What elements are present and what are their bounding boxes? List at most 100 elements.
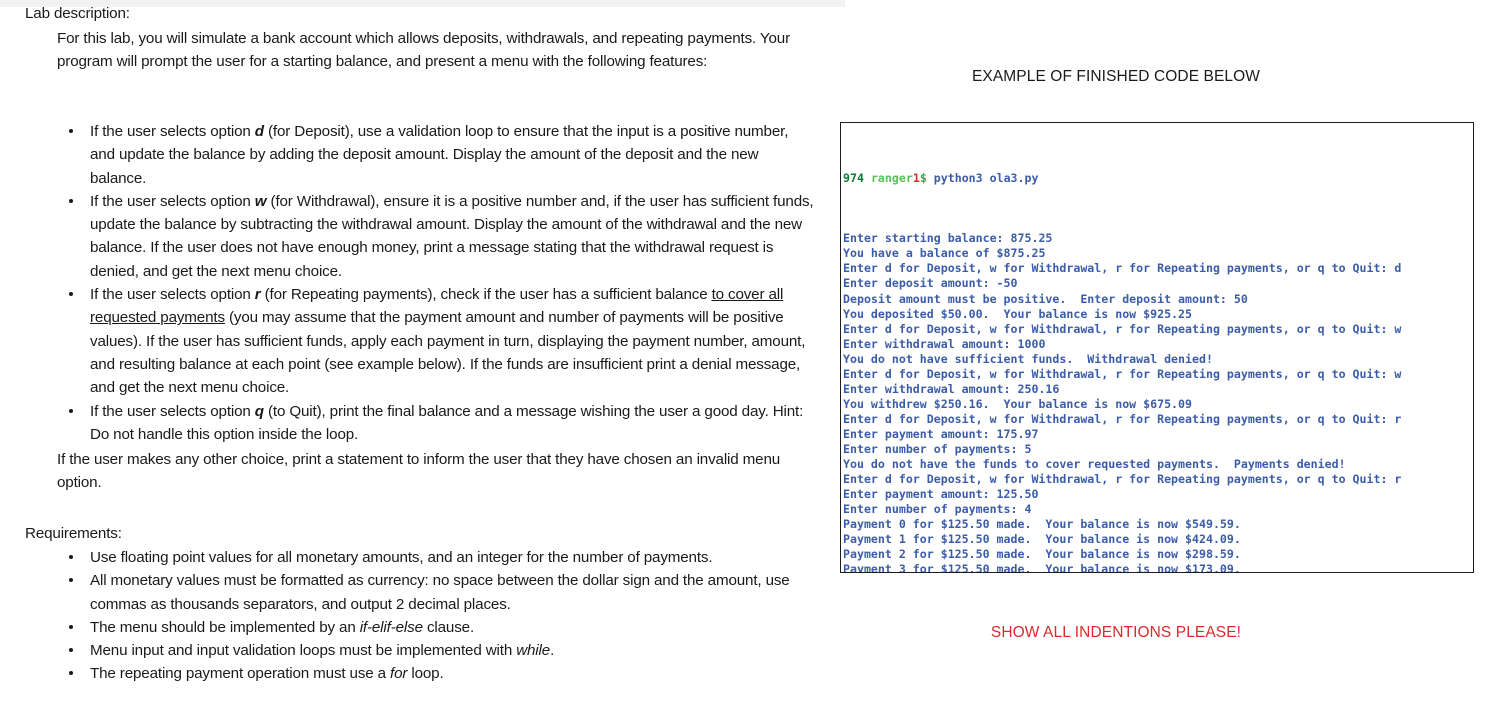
terminal-line: Enter deposit amount: -50: [843, 276, 1473, 291]
invalid-choice-paragraph: If the user makes any other choice, prin…: [57, 451, 781, 492]
list-item: Menu input and input validation loops mu…: [57, 639, 827, 662]
terminal-line-text: Enter starting balance: 875.25: [843, 231, 1053, 246]
prompt-host-digit: 1: [912, 171, 920, 186]
requirement-keyword: for: [390, 665, 408, 683]
bullet-option-letter: d: [254, 123, 264, 140]
list-item: All monetary values must be formatted as…: [57, 569, 827, 616]
list-item: The menu should be implemented by an if-…: [57, 616, 827, 639]
bullet-icon: [69, 408, 73, 413]
bullet-icon: [69, 129, 73, 133]
terminal-line-text: Enter number of payments: 5: [843, 441, 1032, 456]
terminal-line-text: Enter withdrawal amount: 1000: [843, 336, 1046, 351]
list-item: If the user selects option r (for Repeat…: [57, 283, 817, 399]
terminal-line-text: Payment 2 for $125.50 made. Your balance…: [843, 547, 1241, 562]
terminal-line-text: You deposited $50.00. Your balance is no…: [843, 306, 1193, 321]
terminal-line-text: Payment 0 for $125.50 made. Your balance…: [843, 517, 1241, 532]
requirement-text: Use floating point values for all moneta…: [90, 549, 713, 566]
terminal-line-text: Enter d for Deposit, w for Withdrawal, r…: [843, 411, 1402, 426]
terminal-screenshot: 974 ranger1$ python3 ola3.py Enter start…: [840, 122, 1474, 573]
terminal-line-text: You do not have sufficient funds. Withdr…: [843, 351, 1213, 366]
terminal-line: Enter d for Deposit, w for Withdrawal, r…: [843, 412, 1473, 427]
bullet-text-pre: If the user selects option: [90, 123, 255, 140]
terminal-line: Enter d for Deposit, w for Withdrawal, r…: [843, 472, 1473, 487]
terminal-line-text: You withdrew $250.16. Your balance is no…: [843, 396, 1193, 411]
menu-features-list: If the user selects option d (for Deposi…: [57, 120, 817, 446]
terminal-line-text: Enter d for Deposit, w for Withdrawal, r…: [843, 472, 1402, 487]
terminal-line-text: Enter deposit amount: -50: [843, 276, 1018, 291]
example-heading: EXAMPLE OF FINISHED CODE BELOW: [971, 68, 1261, 85]
terminal-line: Payment 2 for $125.50 made. Your balance…: [843, 547, 1473, 562]
lab-description-heading: Lab description:: [25, 5, 130, 22]
terminal-line: Enter payment amount: 175.97: [843, 427, 1473, 442]
bullet-icon: [69, 648, 73, 653]
terminal-line-text: Deposit amount must be positive. Enter d…: [843, 291, 1248, 306]
requirement-keyword: if-elif-else: [359, 618, 423, 636]
bullet-icon: [69, 624, 73, 629]
terminal-line: Enter d for Deposit, w for Withdrawal, r…: [843, 367, 1473, 382]
terminal-line: You deposited $50.00. Your balance is no…: [843, 307, 1473, 322]
prompt-dollar-sign: $: [919, 171, 927, 186]
bullet-text-pre: If the user selects option: [90, 192, 255, 210]
lab-document-column: Lab description: For this lab, you will …: [0, 0, 836, 701]
terminal-line: Enter withdrawal amount: 1000: [843, 337, 1473, 352]
list-item: If the user selects option q (to Quit), …: [57, 400, 817, 447]
list-item: If the user selects option d (for Deposi…: [57, 120, 817, 190]
terminal-line-text: You have a balance of $875.25: [843, 246, 1046, 261]
bullet-text-pre: If the user selects option: [90, 402, 255, 420]
terminal-prompt-line: 974 ranger1$ python3 ola3.py: [843, 171, 1473, 186]
requirements-heading: Requirements:: [25, 525, 122, 542]
terminal-line: You do not have the funds to cover reque…: [843, 457, 1473, 472]
terminal-line: Payment 1 for $125.50 made. Your balance…: [843, 532, 1473, 547]
requirement-text-pre: Menu input and input validation loops mu…: [90, 642, 517, 660]
terminal-line-container: Enter starting balance: 875.25 You have a…: [843, 231, 1473, 573]
terminal-line: Deposit amount must be positive. Enter d…: [843, 292, 1473, 307]
terminal-line: Enter withdrawal amount: 250.16: [843, 382, 1473, 397]
terminal-line: You have a balance of $875.25: [843, 246, 1473, 261]
bullet-text-pre: If the user selects option: [90, 286, 255, 304]
terminal-line-text: Enter d for Deposit, w for Withdrawal, r…: [843, 261, 1402, 276]
terminal-line-text: Enter d for Deposit, w for Withdrawal, r…: [843, 366, 1402, 381]
list-item: The repeating payment operation must use…: [57, 662, 827, 685]
bullet-option-letter: w: [254, 192, 267, 210]
bullet-icon: [69, 198, 73, 203]
requirement-text-post: loop.: [407, 665, 444, 683]
lab-intro-paragraph: For this lab, you will simulate a bank a…: [57, 30, 790, 71]
terminal-line: You withdrew $250.16. Your balance is no…: [843, 397, 1473, 412]
terminal-line-text: Payment 3 for $125.50 made. Your balance…: [843, 562, 1241, 573]
requirement-text-pre: The repeating payment operation must use…: [90, 665, 391, 683]
requirement-text-post: .: [550, 642, 555, 660]
terminal-line: Payment 0 for $125.50 made. Your balance…: [843, 517, 1473, 532]
prompt-command: python3 ola3.py: [926, 171, 1039, 186]
bullet-icon: [69, 292, 73, 297]
terminal-line-text: Payment 1 for $125.50 made. Your balance…: [843, 532, 1241, 547]
terminal-output: 974 ranger1$ python3 ola3.py Enter start…: [841, 123, 1473, 573]
terminal-line-text: You do not have the funds to cover reque…: [843, 457, 1346, 472]
requirements-list: Use floating point values for all moneta…: [57, 546, 827, 686]
bullet-icon: [69, 555, 73, 559]
terminal-line: Enter starting balance: 875.25: [843, 231, 1473, 246]
bullet-text-mid: (for Repeating payments), check if the u…: [260, 286, 712, 304]
terminal-line: You do not have sufficient funds. Withdr…: [843, 352, 1473, 367]
terminal-line-text: Enter payment amount: 125.50: [843, 487, 1039, 502]
prompt-number: 974: [843, 171, 864, 186]
bullet-icon: [69, 671, 73, 676]
bullet-icon: [69, 578, 73, 583]
terminal-line-text: Enter number of payments: 4: [843, 502, 1032, 517]
terminal-line: Enter d for Deposit, w for Withdrawal, r…: [843, 261, 1473, 276]
prompt-user: ranger: [870, 171, 913, 186]
requirement-text: All monetary values must be formatted as…: [90, 572, 790, 613]
requirement-keyword: while: [516, 642, 551, 660]
terminal-line: Enter number of payments: 4: [843, 502, 1473, 517]
list-item: If the user selects option w (for Withdr…: [57, 190, 817, 283]
terminal-line-text: Enter d for Deposit, w for Withdrawal, r…: [843, 321, 1402, 336]
terminal-line: Enter payment amount: 125.50: [843, 487, 1473, 502]
bullet-option-letter: q: [254, 402, 264, 420]
terminal-line: Enter d for Deposit, w for Withdrawal, r…: [843, 322, 1473, 337]
terminal-line-text: Enter withdrawal amount: 250.16: [843, 381, 1060, 396]
terminal-line: Payment 3 for $125.50 made. Your balance…: [843, 562, 1473, 573]
show-indentions-note: SHOW ALL INDENTIONS PLEASE!: [990, 624, 1242, 641]
requirement-text-post: clause.: [422, 618, 475, 636]
terminal-line: Enter number of payments: 5: [843, 442, 1473, 457]
requirement-text-pre: The menu should be implemented by an: [90, 618, 360, 636]
list-item: Use floating point values for all moneta…: [57, 546, 827, 569]
